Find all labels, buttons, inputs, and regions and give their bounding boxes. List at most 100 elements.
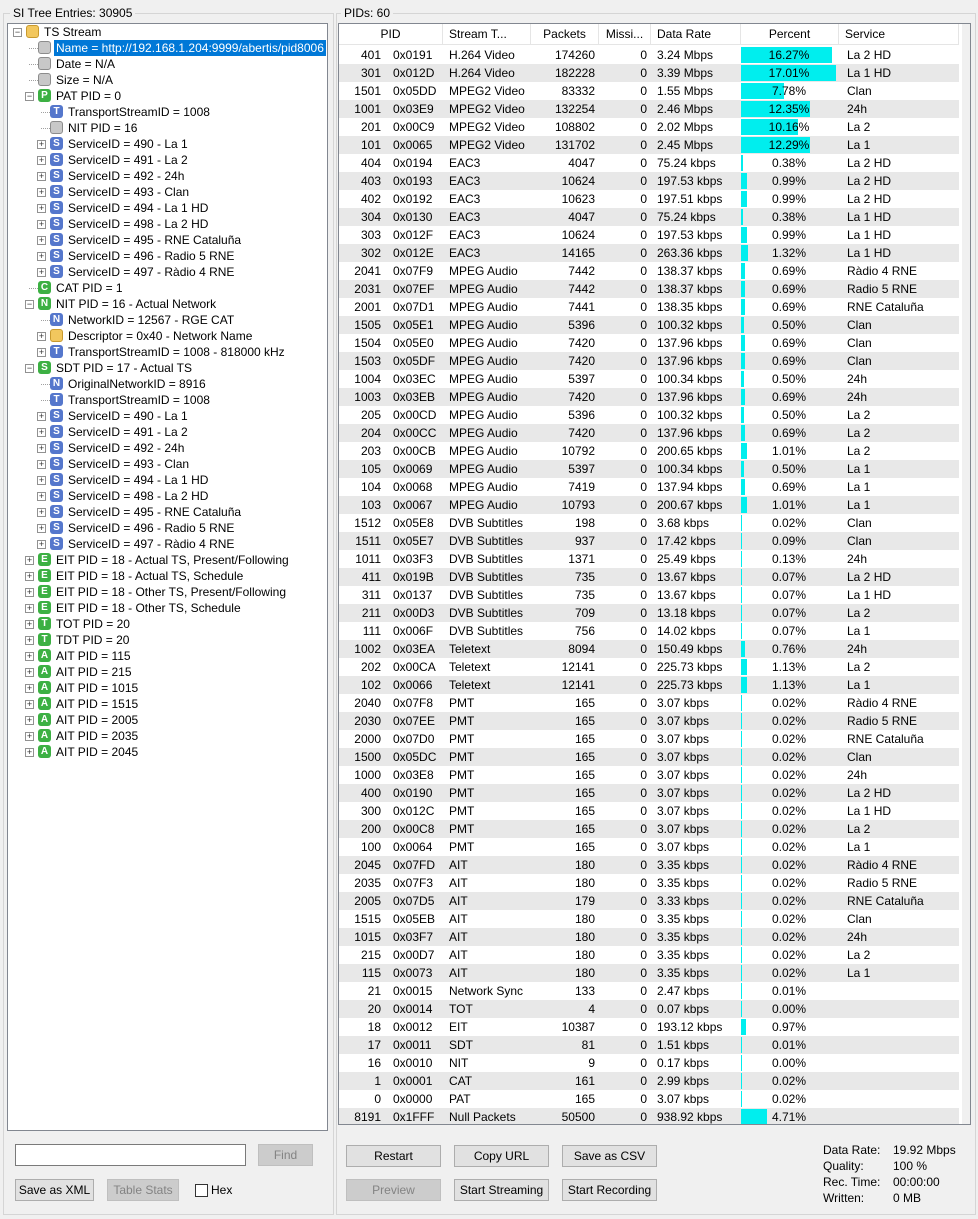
expand-icon[interactable]: + [37,220,46,229]
table-row[interactable]: 400 0x0190 PMT 165 0 3.07 kbps 0.02% La 2 HD [339,784,959,802]
tree-node[interactable]: + S ServiceID = 490 - La 1 [8,408,327,424]
expand-icon[interactable]: + [37,172,46,181]
expand-icon[interactable]: + [37,204,46,213]
tree-node[interactable]: NIT PID = 16 [8,120,327,136]
tree-node[interactable]: N NetworkID = 12567 - RGE CAT [8,312,327,328]
table-row[interactable]: 18 0x0012 EIT 10387 0 193.12 kbps 0.97% [339,1018,959,1036]
expand-icon[interactable]: + [25,700,34,709]
expand-icon[interactable]: + [37,508,46,517]
expand-icon[interactable]: + [37,252,46,261]
collapse-icon[interactable]: − [25,300,34,309]
table-row[interactable]: 102 0x0066 Teletext 12141 0 225.73 kbps 1.13% L… [339,676,959,694]
table-row[interactable]: 101 0x0065 MPEG2 Video 131702 0 2.45 Mbps 12.2… [339,136,959,154]
table-row[interactable]: 21 0x0015 Network Sync 133 0 2.47 kbps 0.01% [339,982,959,1000]
table-row[interactable]: 200 0x00C8 PMT 165 0 3.07 kbps 0.02% La 2 [339,820,959,838]
expand-icon[interactable]: + [37,188,46,197]
expand-icon[interactable]: + [25,556,34,565]
expand-icon[interactable]: + [37,444,46,453]
column-header[interactable]: PID [339,24,443,44]
tree-node[interactable]: + T TransportStreamID = 1008 - 818000 kHz [8,344,327,360]
expand-icon[interactable]: + [25,748,34,757]
table-row[interactable]: 103 0x0067 MPEG Audio 10793 0 200.67 kbps 1.01… [339,496,959,514]
tree-node[interactable]: T TransportStreamID = 1008 [8,392,327,408]
expand-icon[interactable]: + [37,428,46,437]
table-row[interactable]: 1515 0x05EB AIT 180 0 3.35 kbps 0.02% Clan [339,910,959,928]
table-row[interactable]: 20 0x0014 TOT 4 0 0.07 kbps 0.00% [339,1000,959,1018]
tree-node[interactable]: + A AIT PID = 2005 [8,712,327,728]
expand-icon[interactable]: + [37,540,46,549]
table-row[interactable]: 2001 0x07D1 MPEG Audio 7441 0 138.35 kbps 0.69… [339,298,959,316]
collapse-icon[interactable]: − [25,92,34,101]
tree-node[interactable]: Date = N/A [8,56,327,72]
table-row[interactable]: 202 0x00CA Teletext 12141 0 225.73 kbps 1.13% L… [339,658,959,676]
tree-node[interactable]: + S ServiceID = 498 - La 2 HD [8,488,327,504]
table-row[interactable]: 16 0x0010 NIT 9 0 0.17 kbps 0.00% [339,1054,959,1072]
tree-node[interactable]: + E EIT PID = 18 - Other TS, Present/Follo… [8,584,327,600]
si-tree[interactable]: − TS Stream Name = http://192.168.1.204:99… [7,23,328,1131]
tree-node[interactable]: Name = http://192.168.1.204:9999/abertis… [8,40,327,56]
tree-node[interactable]: + S ServiceID = 495 - RNE Cataluña [8,504,327,520]
tree-node[interactable]: + E EIT PID = 18 - Actual TS, Schedule [8,568,327,584]
table-row[interactable]: 1002 0x03EA Teletext 8094 0 150.49 kbps 0.76% 2… [339,640,959,658]
restart-button[interactable]: Restart [346,1145,441,1167]
expand-icon[interactable]: + [25,668,34,677]
table-row[interactable]: 303 0x012F EAC3 10624 0 197.53 kbps 0.99% La 1 … [339,226,959,244]
vertical-scrollbar[interactable] [962,24,970,1124]
tree-node[interactable]: + S ServiceID = 498 - La 2 HD [8,216,327,232]
expand-icon[interactable]: + [37,156,46,165]
expand-icon[interactable]: + [25,572,34,581]
table-row[interactable]: 304 0x0130 EAC3 4047 0 75.24 kbps 0.38% La 1 HD [339,208,959,226]
tree-node[interactable]: + S ServiceID = 490 - La 1 [8,136,327,152]
tree-node[interactable]: T TransportStreamID = 1008 [8,104,327,120]
start-recording-button[interactable]: Start Recording [562,1179,657,1201]
expand-icon[interactable]: + [37,412,46,421]
table-row[interactable]: 411 0x019B DVB Subtitles 735 0 13.67 kbps 0.07… [339,568,959,586]
expand-icon[interactable]: + [25,604,34,613]
tree-node[interactable]: + Descriptor = 0x40 - Network Name [8,328,327,344]
table-row[interactable]: 1015 0x03F7 AIT 180 0 3.35 kbps 0.02% 24h [339,928,959,946]
table-row[interactable]: 2040 0x07F8 PMT 165 0 3.07 kbps 0.02% Ràdio 4 R… [339,694,959,712]
table-row[interactable]: 100 0x0064 PMT 165 0 3.07 kbps 0.02% La 1 [339,838,959,856]
table-row[interactable]: 105 0x0069 MPEG Audio 5397 0 100.34 kbps 0.50%… [339,460,959,478]
hex-checkbox[interactable] [195,1184,208,1197]
table-row[interactable]: 201 0x00C9 MPEG2 Video 108802 0 2.02 Mbps 10.1… [339,118,959,136]
table-row[interactable]: 1504 0x05E0 MPEG Audio 7420 0 137.96 kbps 0.69… [339,334,959,352]
expand-icon[interactable]: + [25,684,34,693]
tree-node[interactable]: + T TDT PID = 20 [8,632,327,648]
column-header[interactable]: Service [839,24,959,44]
tree-node[interactable]: − S SDT PID = 17 - Actual TS [8,360,327,376]
tree-node[interactable]: + A AIT PID = 1015 [8,680,327,696]
search-input[interactable] [15,1144,246,1166]
tree-node[interactable]: + E EIT PID = 18 - Other TS, Schedule [8,600,327,616]
table-row[interactable]: 1003 0x03EB MPEG Audio 7420 0 137.96 kbps 0.69… [339,388,959,406]
expand-icon[interactable]: + [37,348,46,357]
save-as-csv-button[interactable]: Save as CSV [562,1145,657,1167]
table-row[interactable]: 1 0x0001 CAT 161 0 2.99 kbps 0.02% [339,1072,959,1090]
table-row[interactable]: 2005 0x07D5 AIT 179 0 3.33 kbps 0.02% RNE Catal… [339,892,959,910]
table-row[interactable]: 8191 0x1FFF Null Packets 50500 0 938.92 kbps 4… [339,1108,959,1124]
table-row[interactable]: 401 0x0191 H.264 Video 174260 0 3.24 Mbps 16.2… [339,46,959,64]
tree-node[interactable]: N OriginalNetworkID = 8916 [8,376,327,392]
tree-node[interactable]: + A AIT PID = 115 [8,648,327,664]
start-streaming-button[interactable]: Start Streaming [454,1179,549,1201]
table-row[interactable]: 2031 0x07EF MPEG Audio 7442 0 138.37 kbps 0.69… [339,280,959,298]
table-row[interactable]: 2035 0x07F3 AIT 180 0 3.35 kbps 0.02% Radio 5 R… [339,874,959,892]
table-row[interactable]: 1001 0x03E9 MPEG2 Video 132254 0 2.46 Mbps 12.… [339,100,959,118]
collapse-icon[interactable]: − [13,28,22,37]
tree-node[interactable]: + S ServiceID = 496 - Radio 5 RNE [8,520,327,536]
table-row[interactable]: 2041 0x07F9 MPEG Audio 7442 0 138.37 kbps 0.69… [339,262,959,280]
tree-node[interactable]: + S ServiceID = 492 - 24h [8,440,327,456]
table-row[interactable]: 1500 0x05DC PMT 165 0 3.07 kbps 0.02% Clan [339,748,959,766]
table-row[interactable]: 402 0x0192 EAC3 10623 0 197.51 kbps 0.99% La 2 … [339,190,959,208]
tree-node[interactable]: + S ServiceID = 496 - Radio 5 RNE [8,248,327,264]
tree-node[interactable]: + E EIT PID = 18 - Actual TS, Present/Foll… [8,552,327,568]
tree-node[interactable]: + S ServiceID = 493 - Clan [8,184,327,200]
table-row[interactable]: 1011 0x03F3 DVB Subtitles 1371 0 25.49 kbps 0.… [339,550,959,568]
table-row[interactable]: 311 0x0137 DVB Subtitles 735 0 13.67 kbps 0.07… [339,586,959,604]
tree-node[interactable]: + A AIT PID = 215 [8,664,327,680]
preview-button[interactable]: Preview [346,1179,441,1201]
expand-icon[interactable]: + [25,588,34,597]
expand-icon[interactable]: + [37,492,46,501]
expand-icon[interactable]: + [25,636,34,645]
table-row[interactable]: 1000 0x03E8 PMT 165 0 3.07 kbps 0.02% 24h [339,766,959,784]
